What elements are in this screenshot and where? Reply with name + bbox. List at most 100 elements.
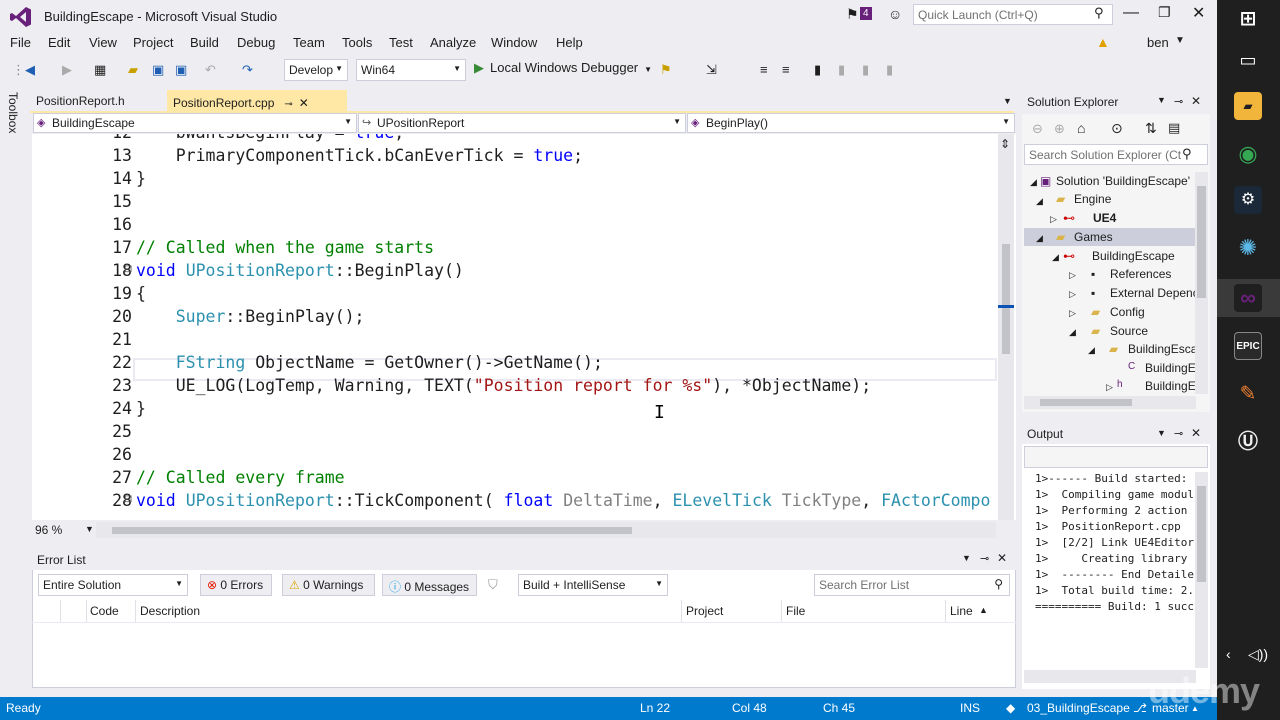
menu-project[interactable]: Project [133,35,173,50]
steam-icon[interactable]: ⚙ [1234,186,1262,214]
chevron-down-icon[interactable]: ▼ [85,524,94,534]
code-line[interactable]: 26 [32,445,1000,468]
tree-item-buildingescape-h[interactable]: BuildingE [1145,379,1196,393]
clear-bookmarks-icon[interactable]: ▮ [886,62,893,78]
status-repo[interactable]: 03_BuildingEscape [1027,701,1130,715]
quick-launch-input[interactable]: Quick Launch (Ctrl+Q) [913,4,1113,25]
code-line[interactable]: 27// Called every frame [32,468,1000,491]
user-account[interactable]: ben [1147,35,1169,50]
code-line[interactable]: 17// Called when the game starts [32,238,1000,261]
status-insert-mode[interactable]: INS [960,701,980,715]
search-error-list-input[interactable]: Search Error List ⚲ [814,574,1010,596]
solution-vertical-scroll-thumb[interactable] [1197,186,1206,298]
pin-icon[interactable]: ⊸ [1174,427,1183,440]
sourcetree-icon[interactable]: ✺ [1234,234,1262,262]
menu-analyze[interactable]: Analyze [430,35,476,50]
output-source-select[interactable] [1024,446,1208,468]
error-scope-select[interactable]: Entire Solution ▼ [38,574,188,596]
warnings-filter-button[interactable]: ⚠ 0 Warnings [282,574,375,596]
close-panel-icon[interactable]: ✕ [997,551,1007,565]
code-line[interactable]: 20 Super::BeginPlay(); [32,307,1000,330]
minimize-icon[interactable]: — [1123,4,1139,22]
next-bookmark-icon[interactable]: ▮ [862,62,869,78]
tree-item-buildingescape-folder[interactable]: BuildingEsca [1128,342,1197,356]
pin-icon[interactable]: ⊸ [1174,95,1183,108]
sort-ascending-icon[interactable]: ▲ [979,605,988,615]
visual-studio-task-icon[interactable]: ∞ [1234,284,1262,312]
collapse-block-icon[interactable]: ⊟ [124,264,132,275]
code-line[interactable]: 21 [32,330,1000,353]
start-debugging-button[interactable]: ▶ Local Windows Debugger ▼ [474,60,652,76]
menu-file[interactable]: File [10,35,31,50]
menu-view[interactable]: View [89,35,117,50]
code-line[interactable]: 24} [32,399,1000,422]
chrome-icon[interactable]: ◉ [1234,140,1262,168]
filter-icon[interactable]: ⛉ [488,577,498,593]
save-all-icon[interactable]: ▣ [175,62,187,78]
warning-icon[interactable]: ▲ [1096,34,1110,50]
search-icon[interactable]: ⚲ [1094,5,1104,21]
collapse-arrow-icon[interactable]: ◢ [1069,327,1076,338]
expand-arrow-icon[interactable]: ▷ [1106,382,1113,393]
expand-arrow-icon[interactable]: ▷ [1050,214,1057,225]
chevron-down-icon[interactable]: ▼ [1175,35,1185,46]
pending-changes-icon[interactable]: ⊙ [1111,120,1123,137]
panel-menu-icon[interactable]: ▼ [962,553,971,563]
solution-platform-select[interactable]: Win64 ▼ [356,59,466,81]
outdent-icon[interactable]: ≡ [782,62,790,77]
windows-start-icon[interactable]: ⊞ [1234,5,1262,33]
back-icon[interactable]: ⊖ [1032,121,1043,137]
class-nav-select[interactable]: ↪ UPositionReport ▼ [358,113,686,133]
chevron-left-icon[interactable]: ‹ [1226,646,1231,662]
solution-config-select[interactable]: Develop ▼ [284,59,348,81]
tree-item-external-dependencies[interactable]: External Depenc [1110,286,1199,300]
messages-filter-button[interactable]: ⓘ 0 Messages [382,574,477,596]
unreal-engine-icon[interactable]: Ⓤ [1234,428,1262,456]
menu-test[interactable]: Test [389,35,413,50]
code-line[interactable]: 15 [32,192,1000,215]
tree-item-solution[interactable]: Solution 'BuildingEscape' [1056,174,1190,188]
collapse-arrow-icon[interactable]: ◢ [1052,252,1059,263]
prev-bookmark-icon[interactable]: ▮ [838,62,845,78]
tree-item-buildingescape-cpp[interactable]: BuildingE [1145,361,1196,375]
code-line[interactable]: 28 ⊟ void UPositionReport::TickComponent( … [32,491,1000,514]
column-description[interactable]: Description [140,604,200,618]
menu-debug[interactable]: Debug [237,35,275,50]
tree-item-engine[interactable]: Engine [1074,192,1111,206]
output-vertical-scroll-thumb[interactable] [1197,486,1206,582]
code-editor[interactable]: 12 bWantsBeginPlay = true;13 PrimaryComp… [32,134,1016,520]
volume-icon[interactable]: ◁)) [1248,646,1268,663]
project-nav-select[interactable]: ◈ BuildingEscape ▼ [33,113,357,133]
member-nav-select[interactable]: ◈ BeginPlay() ▼ [687,113,1015,133]
collapse-block-icon[interactable]: ⊟ [124,494,132,505]
editor-vertical-scroll-thumb[interactable] [1002,244,1010,354]
indent-icon[interactable]: ≡ [760,62,768,77]
pin-icon[interactable]: ⊸ [284,99,292,110]
notification-count[interactable]: 4 [860,7,872,20]
tree-item-source[interactable]: Source [1110,324,1148,338]
column-code[interactable]: Code [90,604,119,618]
code-line[interactable]: 19{ [32,284,1000,307]
zoom-level[interactable]: 96 % [35,523,62,537]
close-panel-icon[interactable]: ✕ [1191,94,1201,108]
search-icon[interactable]: ⚲ [1182,146,1192,162]
menu-edit[interactable]: Edit [48,35,70,50]
tree-item-ue4[interactable]: UE4 [1093,211,1116,225]
solution-horizontal-scroll-thumb[interactable] [1040,399,1132,406]
editor-horizontal-scroll-thumb[interactable] [112,527,632,534]
code-line[interactable]: 16 [32,215,1000,238]
expand-arrow-icon[interactable]: ▷ [1069,289,1076,300]
search-solution-explorer-input[interactable]: Search Solution Explorer (Ct [1024,144,1208,165]
close-tab-icon[interactable]: ✕ [299,96,309,110]
maximize-icon[interactable]: ❐ [1158,4,1171,21]
close-window-icon[interactable]: ✕ [1192,3,1205,23]
menu-build[interactable]: Build [190,35,219,50]
collapse-arrow-icon[interactable]: ◢ [1036,196,1043,207]
toolbox-tab[interactable]: Toolbox [6,92,20,133]
open-file-icon[interactable]: ▰ [128,62,138,78]
menu-team[interactable]: Team [293,35,325,50]
tab-positionreport-h[interactable]: PositionReport.h [30,90,165,112]
code-line[interactable]: 23 UE_LOG(LogTemp, Warning, TEXT("Positi… [32,376,1000,399]
build-filter-select[interactable]: Build + IntelliSense ▼ [518,574,668,596]
tab-overflow-icon[interactable]: ▼ [1003,96,1012,106]
